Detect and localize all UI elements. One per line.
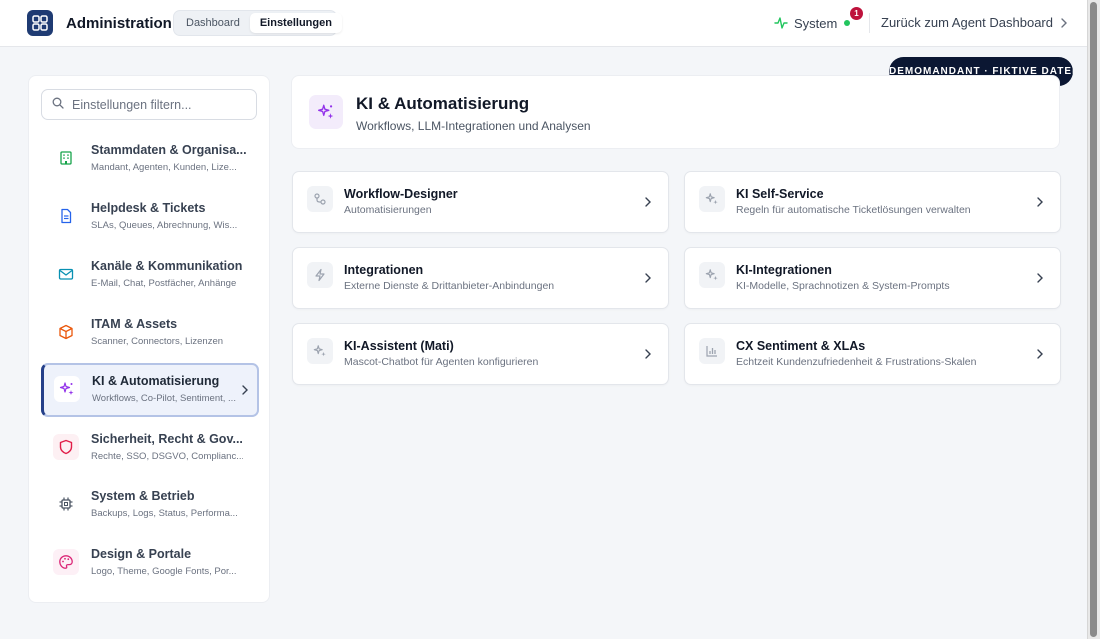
card-title: Integrationen: [344, 263, 424, 277]
sidebar-item-title: KI & Automatisierung: [92, 374, 220, 388]
card-ki-assistent[interactable]: KI-Assistent (Mati) Mascot-Chatbot für A…: [292, 323, 669, 385]
chevron-right-icon: [644, 197, 652, 207]
sidebar-item-subtitle: Mandant, Agenten, Kunden, Lize...: [91, 162, 237, 173]
card-title: KI-Integrationen: [736, 263, 832, 277]
settings-filter[interactable]: [41, 89, 257, 120]
tab-einstellungen[interactable]: Einstellungen: [249, 13, 342, 33]
activity-icon: [774, 16, 788, 30]
chip-icon: [53, 491, 79, 517]
page-subtitle: Workflows, LLM-Integrationen und Analyse…: [356, 119, 591, 133]
sidebar-item-sicherheit[interactable]: Sicherheit, Recht & Gov... Rechte, SSO, …: [41, 421, 259, 475]
sidebar-item-title: Sicherheit, Recht & Gov...: [91, 432, 243, 446]
card-title: KI-Assistent (Mati): [344, 339, 454, 353]
header-divider: [869, 13, 870, 33]
card-subtitle: Automatisierungen: [344, 204, 432, 216]
card-subtitle: KI-Modelle, Sprachnotizen & System-Promp…: [736, 280, 950, 292]
sidebar-item-subtitle: Backups, Logs, Status, Performa...: [91, 508, 238, 519]
document-icon: [53, 203, 79, 229]
sidebar-item-subtitle: Scanner, Connectors, Lizenzen: [91, 336, 224, 347]
mail-icon: [53, 261, 79, 287]
chevron-right-icon: [241, 385, 249, 395]
app-logo-icon[interactable]: [27, 10, 53, 36]
system-label: System: [794, 15, 838, 31]
card-title: CX Sentiment & XLAs: [736, 339, 866, 353]
card-ki-self-service[interactable]: KI Self-Service Regeln für automatische …: [684, 171, 1061, 233]
sidebar-item-ki-automatisierung[interactable]: KI & Automatisierung Workflows, Co-Pilot…: [41, 363, 259, 417]
card-subtitle: Regeln für automatische Ticketlösungen v…: [736, 204, 971, 216]
sparkles-icon: [307, 338, 333, 364]
sidebar-item-title: Stammdaten & Organisa...: [91, 143, 247, 157]
sidebar-item-subtitle: Rechte, SSO, DSGVO, Complianc...: [91, 451, 243, 462]
chevron-right-icon: [644, 349, 652, 359]
chevron-right-icon: [1036, 197, 1044, 207]
sidebar-item-kanaele[interactable]: Kanäle & Kommunikation E-Mail, Chat, Pos…: [41, 248, 259, 302]
sidebar-item-helpdesk[interactable]: Helpdesk & Tickets SLAs, Queues, Abrechn…: [41, 190, 259, 244]
chevron-right-icon: [1036, 273, 1044, 283]
sparkles-icon: [54, 376, 80, 402]
search-icon: [52, 96, 64, 114]
sidebar-item-stammdaten[interactable]: Stammdaten & Organisa... Mandant, Agente…: [41, 132, 259, 186]
workflow-icon: [307, 186, 333, 212]
sidebar-item-title: System & Betrieb: [91, 489, 195, 503]
lightning-icon: [307, 262, 333, 288]
building-icon: [53, 145, 79, 171]
page-header-card: KI & Automatisierung Workflows, LLM-Inte…: [291, 75, 1060, 149]
sidebar-item-title: ITAM & Assets: [91, 317, 178, 331]
sparkles-icon: [699, 262, 725, 288]
sidebar-item-title: Design & Portale: [91, 547, 192, 561]
back-link-label: Zurück zum Agent Dashboard: [881, 15, 1053, 30]
card-cx-sentiment[interactable]: CX Sentiment & XLAs Echtzeit Kundenzufri…: [684, 323, 1061, 385]
sidebar-item-subtitle: Logo, Theme, Google Fonts, Por...: [91, 566, 237, 577]
sidebar-item-itam[interactable]: ITAM & Assets Scanner, Connectors, Lizen…: [41, 306, 259, 360]
box-icon: [53, 319, 79, 345]
card-subtitle: Mascot-Chatbot für Agenten konfigurieren: [344, 356, 539, 368]
card-integrationen[interactable]: Integrationen Externe Dienste & Drittanb…: [292, 247, 669, 309]
system-status-dot: [844, 20, 851, 26]
card-workflow-designer[interactable]: Workflow-Designer Automatisierungen: [292, 171, 669, 233]
settings-sidebar: Stammdaten & Organisa... Mandant, Agente…: [28, 75, 270, 603]
top-bar: Administration Dashboard Einstellungen S…: [0, 0, 1087, 47]
card-ki-integrationen[interactable]: KI-Integrationen KI-Modelle, Sprachnotiz…: [684, 247, 1061, 309]
card-subtitle: Externe Dienste & Drittanbieter-Anbindun…: [344, 280, 555, 292]
sparkles-icon: [699, 186, 725, 212]
palette-icon: [53, 549, 79, 575]
sidebar-item-title: Kanäle & Kommunikation: [91, 259, 243, 273]
sidebar-item-title: Helpdesk & Tickets: [91, 201, 206, 215]
sidebar-item-design-portale[interactable]: Design & Portale Logo, Theme, Google Fon…: [41, 536, 259, 590]
notification-badge[interactable]: 1: [850, 7, 863, 20]
card-subtitle: Echtzeit Kundenzufriedenheit & Frustrati…: [736, 356, 977, 368]
settings-filter-input[interactable]: [72, 97, 242, 112]
shield-icon: [53, 434, 79, 460]
card-title: Workflow-Designer: [344, 187, 458, 201]
chevron-right-icon: [1036, 349, 1044, 359]
system-status[interactable]: System: [774, 14, 851, 32]
app-title: Administration: [66, 15, 172, 32]
sidebar-item-subtitle: Workflows, Co-Pilot, Sentiment, ...: [92, 393, 236, 404]
sidebar-item-subtitle: SLAs, Queues, Abrechnung, Wis...: [91, 220, 238, 231]
tab-dashboard[interactable]: Dashboard: [176, 13, 250, 33]
view-switcher: Dashboard Einstellungen: [173, 10, 342, 36]
chevron-right-icon: [644, 273, 652, 283]
chevron-right-icon: [1060, 17, 1068, 28]
sidebar-item-subtitle: E-Mail, Chat, Postfächer, Anhänge: [91, 278, 237, 289]
back-to-agent-dashboard-link[interactable]: Zurück zum Agent Dashboard: [881, 15, 1068, 30]
card-title: KI Self-Service: [736, 187, 824, 201]
sidebar-item-system-betrieb[interactable]: System & Betrieb Backups, Logs, Status, …: [41, 478, 259, 532]
bar-chart-icon: [699, 338, 725, 364]
sparkles-icon: [309, 95, 343, 129]
scrollbar-thumb[interactable]: [1090, 2, 1097, 637]
page-title: KI & Automatisierung: [356, 94, 530, 113]
